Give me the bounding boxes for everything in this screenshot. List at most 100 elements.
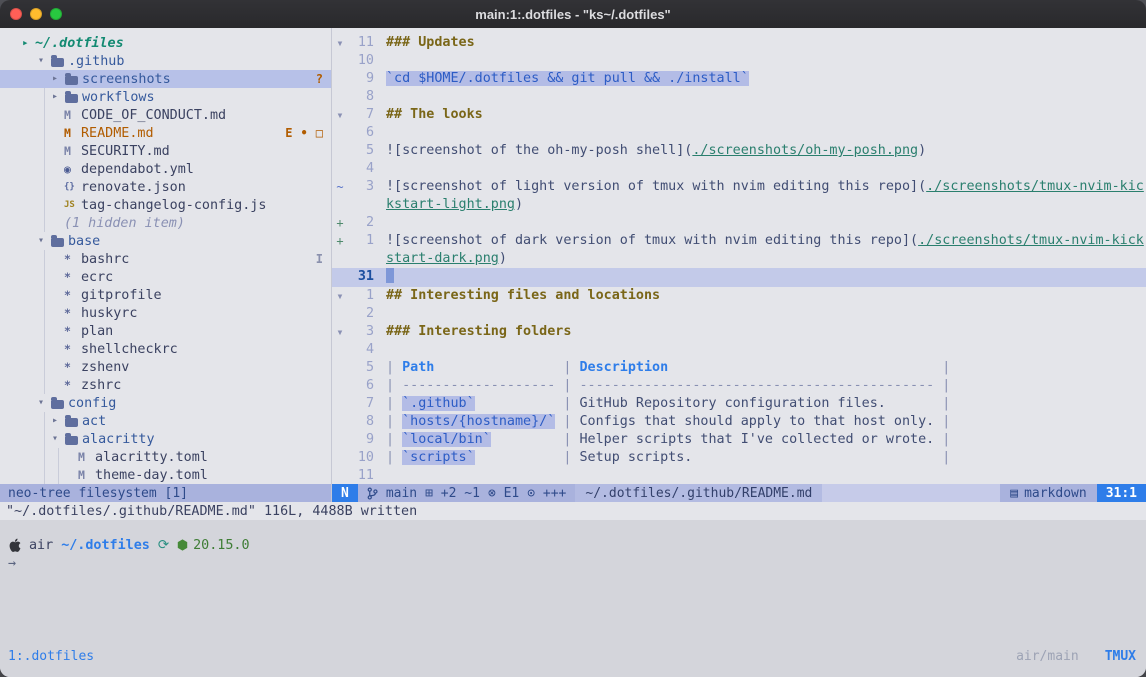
editor-line[interactable]: 11 bbox=[332, 467, 1146, 484]
prompt-user: air bbox=[29, 538, 53, 553]
editor-line[interactable]: 6| ------------------- | ---------------… bbox=[332, 377, 1146, 395]
tree-item-zshenv[interactable]: *zshenv bbox=[0, 358, 331, 376]
line-number: 5 bbox=[348, 359, 374, 377]
tree-item-screenshots[interactable]: ▸screenshots? bbox=[0, 70, 331, 88]
minimize-button[interactable] bbox=[30, 8, 42, 20]
editor-statusline: N main ⊞ +2 ~1 ⊗ E1 ⊙ +++ ~/.dotfi bbox=[332, 484, 1146, 502]
tree-item-readme-md[interactable]: MREADME.mdE•□ bbox=[0, 124, 331, 142]
line-number: 9 bbox=[348, 70, 374, 88]
line-number: 1 bbox=[348, 232, 374, 250]
close-button[interactable] bbox=[10, 8, 22, 20]
zoom-button[interactable] bbox=[50, 8, 62, 20]
tree-item-label: tag-changelog-config.js bbox=[81, 198, 266, 213]
tree-item-alacritty[interactable]: ▾alacritty bbox=[0, 430, 331, 448]
editor-line[interactable]: 6 bbox=[332, 124, 1146, 142]
file-tree: ▸~/.dotfiles▾.github▸screenshots?▸workfl… bbox=[0, 28, 331, 484]
editor-line[interactable]: 5| Path | Description | bbox=[332, 359, 1146, 377]
editor-line[interactable]: 9`cd $HOME/.dotfiles && git pull && ./in… bbox=[332, 70, 1146, 88]
titlebar[interactable]: main:1:.dotfiles - "ks~/.dotfiles" bbox=[0, 0, 1146, 28]
line-number: 7 bbox=[348, 395, 374, 413]
editor-line[interactable]: 4 bbox=[332, 341, 1146, 359]
tree-item-shellcheckrc[interactable]: *shellcheckrc bbox=[0, 340, 331, 358]
line-text: ## The looks bbox=[374, 106, 1146, 124]
expander-icon[interactable]: ▾ bbox=[38, 52, 51, 70]
tree-item-workflows[interactable]: ▸workflows bbox=[0, 88, 331, 106]
tree-item-dotfiles[interactable]: ▸~/.dotfiles bbox=[0, 34, 331, 52]
editor-line[interactable]: 8 bbox=[332, 88, 1146, 106]
shell-pane[interactable]: air ~/.dotfiles ⟳ 20.15.0 → 1:.dotfiles … bbox=[0, 520, 1146, 677]
gutter-sign: ▾ bbox=[332, 287, 348, 305]
root-expander-icon[interactable]: ▸ bbox=[22, 34, 35, 52]
editor-line[interactable]: +2 bbox=[332, 214, 1146, 232]
folder-icon bbox=[65, 436, 78, 445]
node-version: 20.15.0 bbox=[193, 538, 249, 553]
editor-line[interactable]: 2 bbox=[332, 305, 1146, 323]
tree-item-bashrc[interactable]: *bashrcI bbox=[0, 250, 331, 268]
tree-item-code-of-conduct-md[interactable]: MCODE_OF_CONDUCT.md bbox=[0, 106, 331, 124]
git-branch-icon bbox=[367, 487, 378, 500]
tree-item-label: huskyrc bbox=[81, 306, 137, 321]
folder-icon-wrap bbox=[65, 434, 82, 445]
tree-item-base[interactable]: ▾base bbox=[0, 232, 331, 250]
tree-item-huskyrc[interactable]: *huskyrc bbox=[0, 304, 331, 322]
line-text bbox=[374, 268, 1146, 287]
expander-icon[interactable]: ▾ bbox=[38, 232, 51, 250]
tree-item-dependabot-yml[interactable]: ◉dependabot.yml bbox=[0, 160, 331, 178]
editor-current-line[interactable]: 31 bbox=[332, 268, 1146, 287]
tree-item-label: config bbox=[68, 396, 116, 411]
line-number: 11 bbox=[348, 34, 374, 52]
tree-item-plan[interactable]: *plan bbox=[0, 322, 331, 340]
editor-line[interactable]: ▾7## The looks bbox=[332, 106, 1146, 124]
tree-item-config[interactable]: ▾ config bbox=[0, 394, 331, 412]
tree-item-security-md[interactable]: MSECURITY.md bbox=[0, 142, 331, 160]
line-number: 11 bbox=[348, 467, 374, 484]
gutter-sign: ~ bbox=[332, 178, 348, 196]
editor-line[interactable]: ~3![screenshot of light version of tmux … bbox=[332, 178, 1146, 214]
editor-line[interactable]: ▾1## Interesting files and locations bbox=[332, 287, 1146, 305]
tree-item-label: dependabot.yml bbox=[81, 162, 194, 177]
tree-item-zshrc[interactable]: *zshrc bbox=[0, 376, 331, 394]
tree-item-ecrc[interactable]: *ecrc bbox=[0, 268, 331, 286]
folder-icon bbox=[65, 94, 78, 103]
editor-line[interactable]: 9| `local/bin` | Helper scripts that I'v… bbox=[332, 431, 1146, 449]
expander-icon[interactable]: ▸ bbox=[52, 412, 65, 430]
tree-item-1-hidden-item[interactable]: (1 hidden item) bbox=[0, 214, 331, 232]
editor-line[interactable]: 8| `hosts/{hostname}/` | Configs that sh… bbox=[332, 413, 1146, 431]
tree-item-tag-changelog-config-js[interactable]: JStag-changelog-config.js bbox=[0, 196, 331, 214]
gutter-sign: + bbox=[332, 232, 348, 250]
nvim-main-area: ▸~/.dotfiles▾.github▸screenshots?▸workfl… bbox=[0, 28, 1146, 502]
tree-item-renovate-json[interactable]: {}renovate.json bbox=[0, 178, 331, 196]
cursor-position: 31:1 bbox=[1097, 484, 1146, 502]
tree-item-label: theme-day.toml bbox=[95, 468, 208, 483]
line-text: | `scripts` | Setup scripts. | bbox=[374, 449, 1146, 467]
editor-line[interactable]: +1![screenshot of dark version of tmux w… bbox=[332, 232, 1146, 268]
editor-line[interactable]: ▾3### Interesting folders bbox=[332, 323, 1146, 341]
editor-pane[interactable]: ▾11### Updates109`cd $HOME/.dotfiles && … bbox=[331, 28, 1146, 502]
tree-item-label: ecrc bbox=[81, 270, 113, 285]
tree-item-label: README.md bbox=[81, 126, 154, 141]
expander-icon[interactable]: ▸ bbox=[52, 88, 65, 106]
file-icon: M bbox=[64, 108, 81, 122]
tree-item-github[interactable]: ▾.github bbox=[0, 52, 331, 70]
expander-icon[interactable]: ▾ bbox=[38, 394, 51, 412]
expander-icon[interactable]: ▸ bbox=[52, 70, 65, 88]
tree-item-gitprofile[interactable]: *gitprofile bbox=[0, 286, 331, 304]
tree-item-alacritty-toml[interactable]: Malacritty.toml bbox=[0, 448, 331, 466]
tmux-window-tab[interactable]: 1:.dotfiles bbox=[8, 649, 94, 664]
editor-line[interactable]: 10 bbox=[332, 52, 1146, 70]
tree-item-label: zshenv bbox=[81, 360, 129, 375]
line-text: ![screenshot of the oh-my-posh shell](./… bbox=[374, 142, 1146, 160]
folder-icon bbox=[51, 238, 64, 247]
tree-item-act[interactable]: ▸act bbox=[0, 412, 331, 430]
folder-icon bbox=[51, 400, 64, 409]
tree-item-theme-day-toml[interactable]: Mtheme-day.toml bbox=[0, 466, 331, 484]
editor-line[interactable]: 5![screenshot of the oh-my-posh shell](.… bbox=[332, 142, 1146, 160]
editor-line[interactable]: ▾11### Updates bbox=[332, 34, 1146, 52]
expander-icon[interactable]: ▾ bbox=[52, 430, 65, 448]
status-badge: ? bbox=[316, 72, 323, 86]
editor-line[interactable]: 10| `scripts` | Setup scripts. | bbox=[332, 449, 1146, 467]
tmux-statusbar: 1:.dotfiles air/main TMUX bbox=[0, 645, 1146, 677]
folder-icon-wrap bbox=[65, 416, 82, 427]
editor-line[interactable]: 7| `.github` | GitHub Repository configu… bbox=[332, 395, 1146, 413]
editor-line[interactable]: 4 bbox=[332, 160, 1146, 178]
